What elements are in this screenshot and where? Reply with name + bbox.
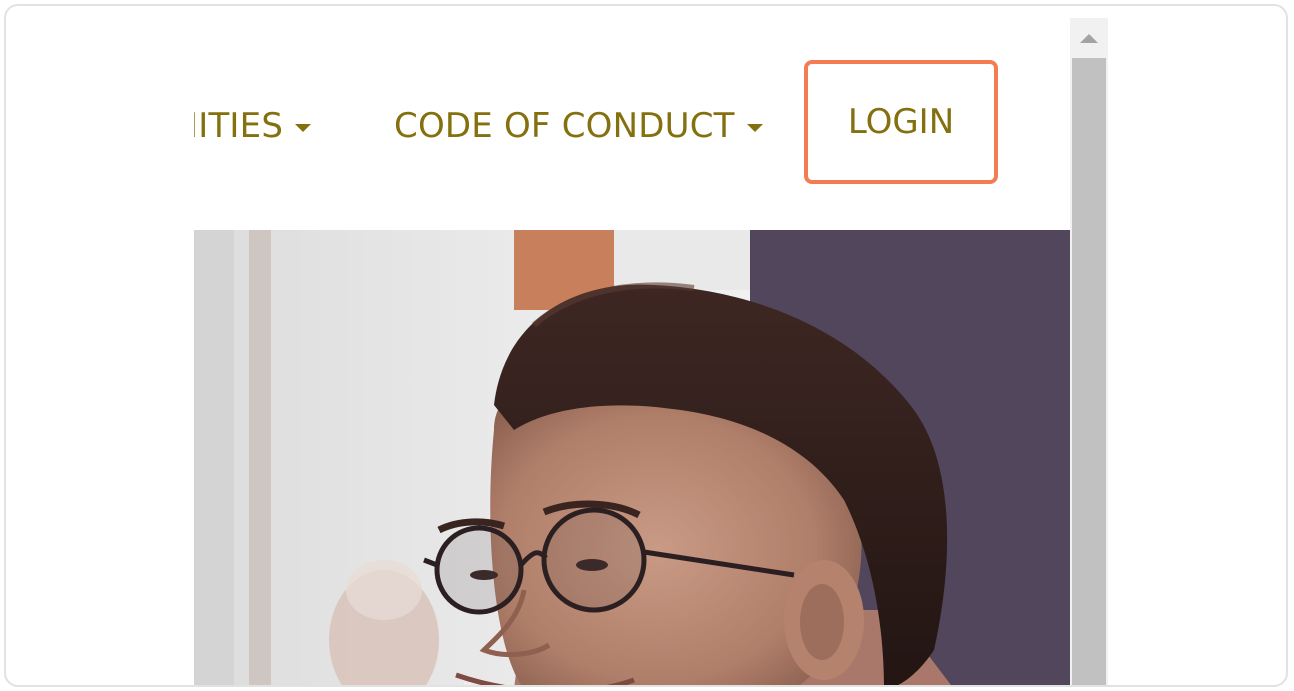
top-navigation: IITIES CODE OF CONDUCT LOGIN xyxy=(194,18,1072,228)
scroll-up-button[interactable] xyxy=(1070,18,1108,58)
login-button[interactable]: LOGIN xyxy=(804,60,998,184)
nav-item-abilities-label: IITIES xyxy=(194,106,284,146)
caret-down-icon xyxy=(295,124,312,132)
triangle-up-icon xyxy=(1080,33,1098,43)
scrollbar-thumb[interactable] xyxy=(1072,58,1106,685)
login-button-label: LOGIN xyxy=(847,102,955,142)
hero-photo xyxy=(194,230,1072,685)
caret-down-icon xyxy=(746,124,763,132)
vertical-scrollbar[interactable] xyxy=(1070,18,1108,685)
hero-photo-illustration xyxy=(194,230,1072,685)
page-viewport: IITIES CODE OF CONDUCT LOGIN xyxy=(194,18,1072,685)
screenshot-frame: IITIES CODE OF CONDUCT LOGIN xyxy=(4,4,1288,687)
nav-item-code-of-conduct[interactable]: CODE OF CONDUCT xyxy=(394,104,763,148)
nav-item-code-of-conduct-label: CODE OF CONDUCT xyxy=(394,106,735,146)
nav-item-abilities[interactable]: IITIES xyxy=(194,104,312,148)
